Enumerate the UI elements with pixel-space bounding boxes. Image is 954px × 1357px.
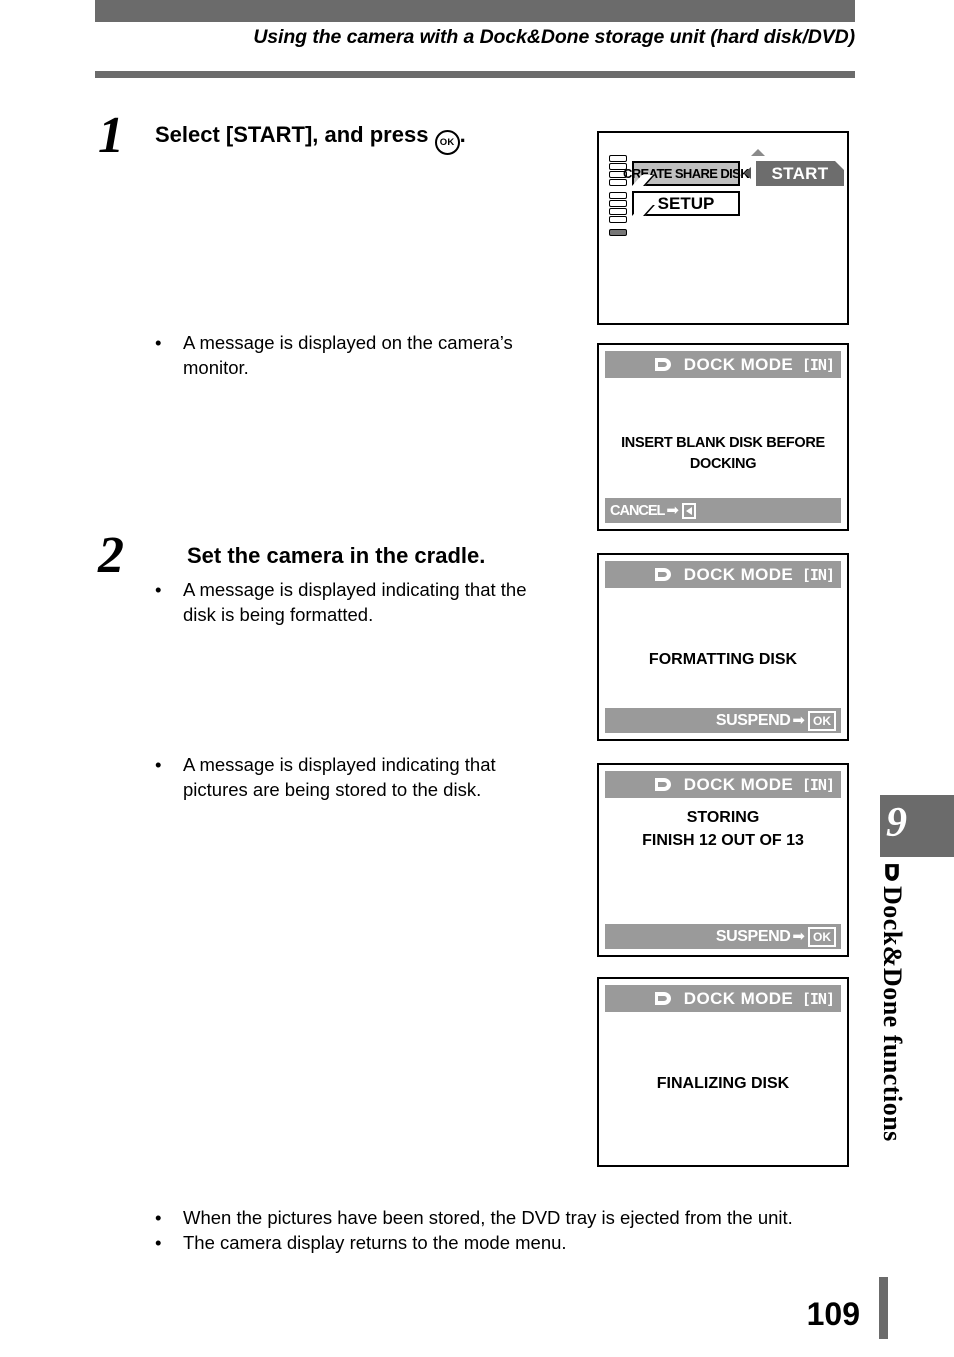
dock-logo-icon xyxy=(653,990,674,1007)
dock-message-line-2: FINISH 12 OUT OF 13 xyxy=(642,832,804,850)
chapter-label: Dock&Done functions xyxy=(873,864,907,1142)
camera-screen-storing: DOCK MODE [IN] STORING FINISH 12 OUT OF … xyxy=(597,763,849,957)
dock-mode-title: DOCK MODE xyxy=(683,988,794,1008)
dock-footer-bar: SUSPEND ➡ OK xyxy=(605,708,841,733)
menu-item-label: CREATE SHARE DISK xyxy=(622,166,750,181)
header-rule xyxy=(95,71,855,78)
dock-mode-status: [IN] xyxy=(801,989,835,1008)
dock-message: INSERT BLANK DISK BEFORE DOCKING xyxy=(621,435,825,473)
dock-mode-title-bar: DOCK MODE [IN] xyxy=(605,351,841,378)
ok-key-icon[interactable]: OK xyxy=(808,926,836,947)
dock-mode-status: [IN] xyxy=(801,775,835,794)
scroll-segment xyxy=(609,208,627,215)
tab-corner xyxy=(835,161,844,170)
dock-mode-title-bar: DOCK MODE [IN] xyxy=(605,561,841,588)
dock-logo-icon xyxy=(883,858,901,888)
closing-bullet-2: • The camera display returns to the mode… xyxy=(155,1231,875,1256)
dock-logo-icon xyxy=(653,776,674,793)
menu-item-label: SETUP xyxy=(657,193,715,213)
dock-message-line-1: STORING xyxy=(686,809,760,826)
bullet-marker: • xyxy=(155,332,162,353)
scroll-gap xyxy=(609,187,627,191)
menu-item-label: START xyxy=(771,163,829,183)
step-2-bullet-2: • A message is displayed indicating that… xyxy=(155,753,545,802)
bullet-text: A message is displayed indicating that p… xyxy=(183,754,496,800)
scroll-segment xyxy=(609,192,627,199)
camera-screen-finalizing: DOCK MODE [IN] FINALIZING DISK xyxy=(597,977,849,1167)
step-2-number: 2 xyxy=(98,527,124,584)
chevron-left-icon xyxy=(744,167,751,179)
scroll-segment xyxy=(609,155,627,162)
suspend-label: SUSPEND xyxy=(715,711,791,729)
bullet-text: A message is displayed indicating that t… xyxy=(183,579,527,625)
arrow-right-icon: ➡ xyxy=(666,502,679,519)
dock-logo-icon xyxy=(653,356,674,373)
step-2-heading: Set the camera in the cradle. xyxy=(187,543,486,568)
menu-item-setup[interactable]: SETUP xyxy=(632,191,740,216)
scroll-segment-active xyxy=(609,229,627,236)
camera-screen-mode-menu: CREATE SHARE DISK SETUP START xyxy=(597,131,849,325)
bullet-marker: • xyxy=(155,579,162,600)
header-top-bar xyxy=(95,0,855,22)
step-1-bullet-1: • A message is displayed on the camera’s… xyxy=(155,331,550,380)
step-1-number: 1 xyxy=(98,107,124,164)
dock-message: STORING FINISH 12 OUT OF 13 xyxy=(605,806,841,852)
arrow-right-icon: ➡ xyxy=(792,928,805,945)
dock-mode-title: DOCK MODE xyxy=(683,354,794,374)
dock-mode-title: DOCK MODE xyxy=(683,774,794,794)
dock-mode-status: [IN] xyxy=(801,355,835,374)
scroll-segment xyxy=(609,216,627,223)
step-1-heading-text: Select [START], and press xyxy=(155,122,429,147)
arrow-left-key-icon[interactable] xyxy=(682,502,696,519)
menu-item-start[interactable]: START xyxy=(756,161,844,186)
step-1-heading-period: . xyxy=(459,122,466,147)
page-number: 109 xyxy=(806,1296,860,1332)
tab-notch xyxy=(632,205,655,216)
dock-mode-title: DOCK MODE xyxy=(683,564,794,584)
chapter-number: 9 xyxy=(886,800,907,846)
arrow-right-icon: ➡ xyxy=(792,712,805,729)
dock-footer-bar: SUSPEND ➡ OK xyxy=(605,924,841,949)
cancel-label: CANCEL xyxy=(610,502,665,519)
dock-mode-title-bar: DOCK MODE [IN] xyxy=(605,771,841,798)
bullet-marker: • xyxy=(155,1207,162,1228)
closing-bullet-1: • When the pictures have been stored, th… xyxy=(155,1206,875,1231)
camera-screen-insert-disk: DOCK MODE [IN] INSERT BLANK DISK BEFORE … xyxy=(597,343,849,531)
dock-message: FORMATTING DISK xyxy=(648,651,798,668)
chevron-up-icon xyxy=(751,149,765,156)
scroll-segment xyxy=(609,200,627,207)
dock-message: FINALIZING DISK xyxy=(656,1075,790,1092)
dock-logo-icon xyxy=(653,566,674,583)
footer-mark xyxy=(879,1277,888,1339)
menu-item-create-share-disk[interactable]: CREATE SHARE DISK xyxy=(623,161,750,186)
page-header-title: Using the camera with a Dock&Done storag… xyxy=(253,26,855,48)
bullet-text: The camera display returns to the mode m… xyxy=(183,1232,567,1253)
dock-footer-bar: CANCEL ➡ xyxy=(605,498,841,523)
bullet-text: A message is displayed on the camera’s m… xyxy=(183,332,513,378)
chapter-label-text: Dock&Done functions xyxy=(878,886,907,1142)
dock-mode-status: [IN] xyxy=(801,565,835,584)
camera-screen-formatting: DOCK MODE [IN] FORMATTING DISK SUSPEND ➡… xyxy=(597,553,849,741)
bullet-marker: • xyxy=(155,1232,162,1253)
bullet-marker: • xyxy=(155,754,162,775)
ok-button-icon: OK xyxy=(434,130,460,155)
step-2-bullet-1: • A message is displayed indicating that… xyxy=(155,578,545,627)
suspend-label: SUSPEND xyxy=(715,927,791,945)
scroll-gap xyxy=(609,224,627,228)
bullet-text: When the pictures have been stored, the … xyxy=(183,1207,793,1228)
step-1-heading: Select [START], and press OK. xyxy=(155,122,466,155)
dock-mode-title-bar: DOCK MODE [IN] xyxy=(605,985,841,1012)
ok-key-icon[interactable]: OK xyxy=(808,710,836,731)
